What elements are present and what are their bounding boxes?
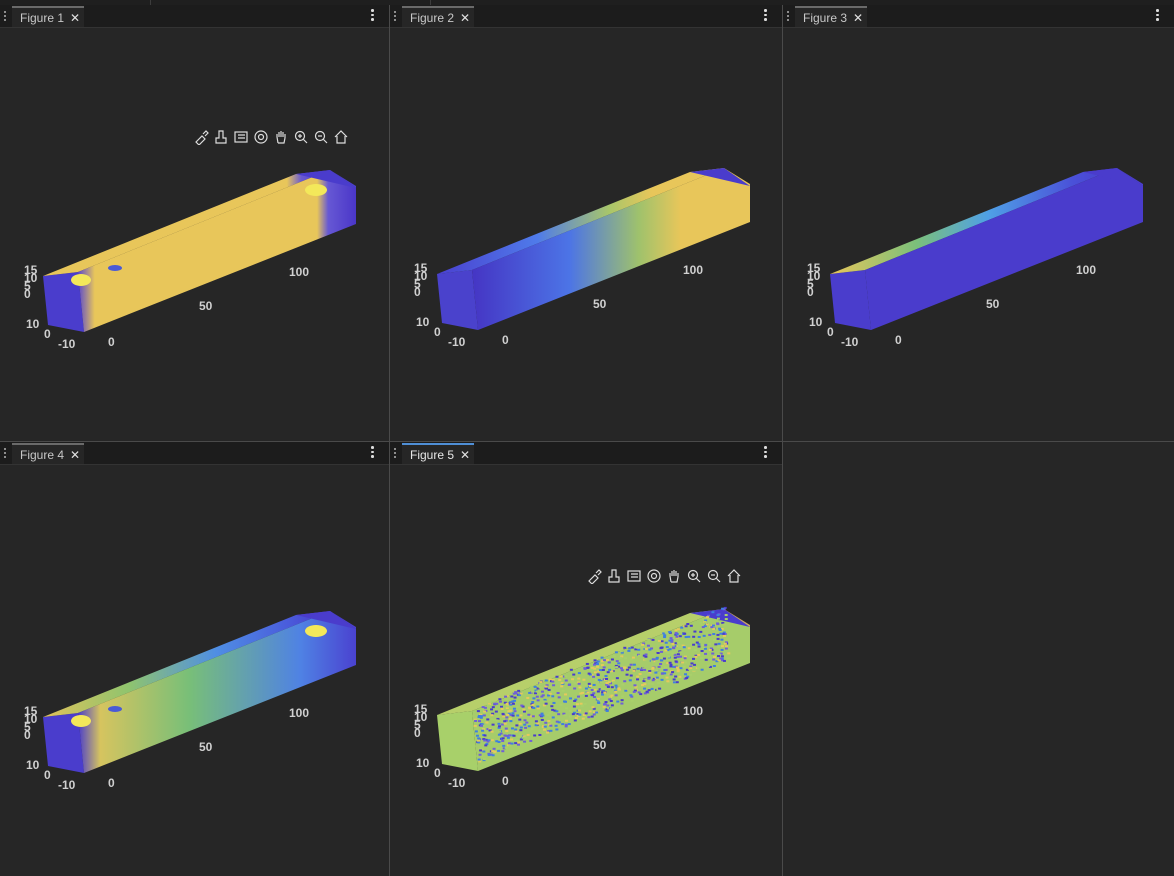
y-tick-label: 10 — [416, 756, 430, 770]
tab-label: Figure 1 — [20, 10, 65, 25]
surface-plot: 151050100-10 050100 — [24, 170, 356, 351]
x-tick-label: 100 — [683, 263, 703, 277]
y-tick-label: 10 — [809, 315, 823, 329]
tab-bar: Figure 2 ✕ — [390, 5, 782, 28]
z-tick-label: 0 — [807, 285, 814, 299]
y-tick-label: 10 — [416, 315, 430, 329]
tab-bar: Figure 3 ✕ — [783, 5, 1174, 28]
x-tick-label: 50 — [199, 299, 213, 313]
more-options-icon[interactable] — [1156, 9, 1160, 23]
tab-figure-4[interactable]: Figure 4 ✕ — [12, 443, 85, 464]
x-tick-label: 0 — [108, 776, 115, 790]
cold-spot-marker — [108, 706, 122, 712]
more-options-icon[interactable] — [371, 9, 375, 23]
panel-divider[interactable] — [0, 441, 1174, 442]
surface-plot: 151050100-10 050100 — [807, 168, 1143, 349]
figure-panel-5: Figure 5 ✕ 15 10 5 0 10 0 -10 0 50 100 — [390, 442, 782, 876]
figure-panel-3: Figure 3 ✕ 15 10 5 0 10 0 -10 0 50 100 — [783, 5, 1174, 441]
figure-panel-1: Figure 1 ✕ 15 10 5 0 10 0 -10 0 50 100 — [0, 5, 389, 441]
drag-grip-icon[interactable] — [3, 448, 7, 458]
z-tick-label: 0 — [24, 728, 31, 742]
tab-label: Figure 3 — [803, 10, 848, 25]
x-tick-label: 0 — [502, 333, 509, 347]
tab-bar: Figure 4 ✕ — [0, 442, 389, 465]
tab-figure-3[interactable]: Figure 3 ✕ — [795, 6, 868, 27]
tab-label: Figure 4 — [20, 447, 65, 462]
hotspot-marker — [305, 625, 327, 637]
more-options-icon[interactable] — [371, 446, 375, 460]
hotspot-marker — [71, 274, 91, 286]
tab-figure-5[interactable]: Figure 5 ✕ — [402, 443, 475, 464]
x-tick-label: 50 — [593, 738, 607, 752]
surface-plot: 151050100-10 050100 — [414, 168, 750, 349]
y-tick-label: 0 — [44, 327, 51, 341]
x-tick-label: 0 — [108, 335, 115, 349]
x-tick-label: 50 — [199, 740, 213, 754]
close-icon[interactable]: ✕ — [70, 12, 80, 24]
z-tick-label: 0 — [24, 287, 31, 301]
close-icon[interactable]: ✕ — [460, 449, 470, 461]
surface-plot: 151050100-10 050100 — [414, 606, 750, 790]
hotspot-marker — [305, 184, 327, 196]
z-tick-label: 0 — [414, 285, 421, 299]
box-end-face — [437, 711, 478, 771]
more-options-icon[interactable] — [764, 446, 768, 460]
x-tick-label: 50 — [986, 297, 1000, 311]
y-tick-label: -10 — [448, 335, 466, 349]
x-tick-label: 100 — [1076, 263, 1096, 277]
hotspot-marker — [71, 715, 91, 727]
drag-grip-icon[interactable] — [393, 448, 397, 458]
y-tick-label: 10 — [26, 317, 40, 331]
x-tick-label: 100 — [289, 706, 309, 720]
tab-figure-2[interactable]: Figure 2 ✕ — [402, 6, 475, 27]
plot-area[interactable]: 151050100-10 050100 — [783, 28, 1174, 441]
x-tick-label: 50 — [593, 297, 607, 311]
empty-panel — [783, 442, 1174, 876]
close-icon[interactable]: ✕ — [460, 12, 470, 24]
plot-area[interactable]: 151050100-10 050100 — [0, 465, 389, 876]
close-icon[interactable]: ✕ — [70, 449, 80, 461]
tab-bar: Figure 5 ✕ — [390, 442, 782, 465]
x-tick-label: 0 — [502, 774, 509, 788]
y-tick-label: 0 — [434, 766, 441, 780]
cold-spot-marker — [108, 265, 122, 271]
plot-area[interactable]: 151050100-10 050100 — [390, 465, 782, 876]
tab-label: Figure 5 — [410, 447, 455, 462]
tab-label: Figure 2 — [410, 10, 455, 25]
close-icon[interactable]: ✕ — [853, 12, 863, 24]
x-tick-label: 100 — [289, 265, 309, 279]
x-tick-label: 0 — [895, 333, 902, 347]
box-end-face — [830, 270, 871, 330]
y-tick-label: 0 — [434, 325, 441, 339]
y-tick-label: -10 — [448, 776, 466, 790]
tab-bar: Figure 1 ✕ — [0, 5, 389, 28]
surface-plot: 151050100-10 050100 — [24, 611, 356, 792]
y-tick-label: -10 — [58, 778, 76, 792]
plot-area[interactable]: 151050100-10 050100 — [390, 28, 782, 441]
figure-panel-2: Figure 2 ✕ 15 10 5 0 10 0 -10 0 50 100 — [390, 5, 782, 441]
x-tick-label: 100 — [683, 704, 703, 718]
drag-grip-icon[interactable] — [786, 11, 790, 21]
drag-grip-icon[interactable] — [3, 11, 7, 21]
figure-panel-4: Figure 4 ✕ 15 10 5 0 10 0 -10 0 50 100 — [0, 442, 389, 876]
y-tick-label: 10 — [26, 758, 40, 772]
z-tick-label: 0 — [414, 726, 421, 740]
y-tick-label: 0 — [827, 325, 834, 339]
y-tick-label: -10 — [841, 335, 859, 349]
drag-grip-icon[interactable] — [393, 11, 397, 21]
y-tick-label: 0 — [44, 768, 51, 782]
tab-figure-1[interactable]: Figure 1 ✕ — [12, 6, 85, 27]
box-end-face — [437, 270, 478, 330]
plot-area[interactable]: 151050100-10 050100 — [0, 28, 389, 441]
more-options-icon[interactable] — [764, 9, 768, 23]
y-tick-label: -10 — [58, 337, 76, 351]
